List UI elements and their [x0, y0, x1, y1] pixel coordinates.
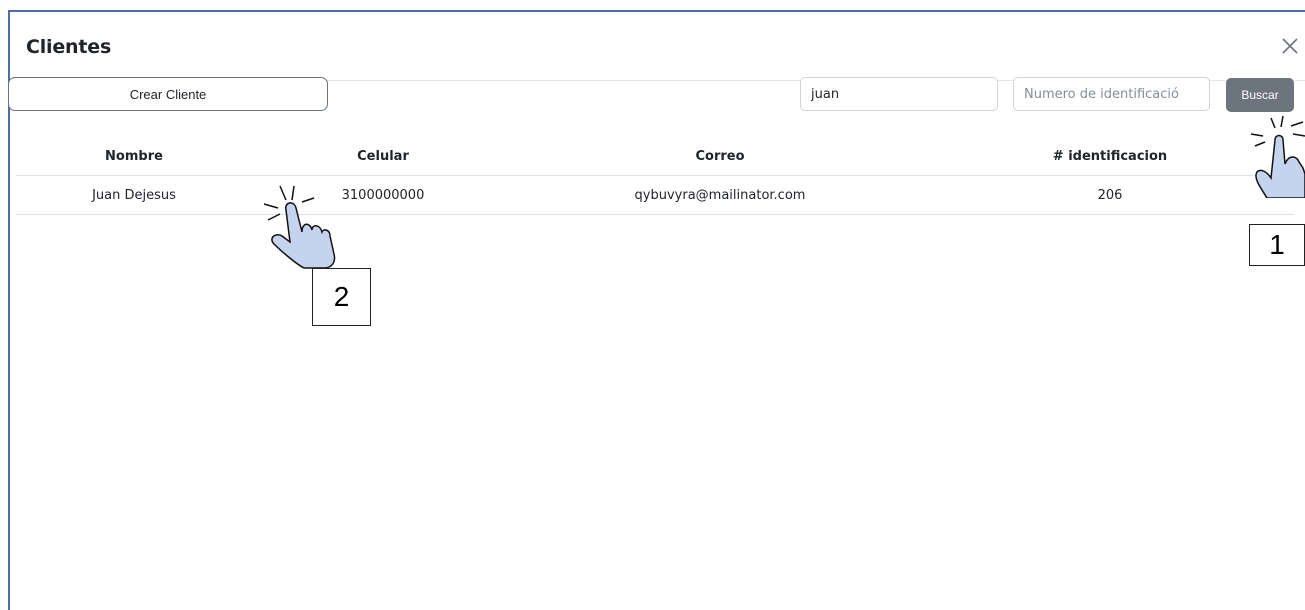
id-search-input[interactable]: [1013, 77, 1210, 111]
header-celular: Celular: [252, 138, 514, 176]
modal-header: Clientes: [10, 12, 1305, 81]
header-identificacion: # identificacion: [926, 138, 1294, 176]
cell-celular[interactable]: 3100000000: [252, 175, 514, 215]
cell-identificacion[interactable]: 206: [926, 175, 1294, 215]
name-search-input[interactable]: [800, 77, 998, 111]
cell-nombre[interactable]: Juan Dejesus: [16, 175, 252, 215]
create-client-button[interactable]: Crear Cliente: [8, 77, 328, 111]
close-button[interactable]: [1278, 34, 1302, 58]
table-header-row: Nombre Celular Correo # identificacion: [16, 138, 1294, 176]
modal-title: Clientes: [26, 36, 112, 58]
clients-table: Nombre Celular Correo # identificacion J…: [16, 138, 1294, 215]
cell-correo[interactable]: qybuvyra@mailinator.com: [514, 175, 926, 215]
step-2-label: 2: [312, 268, 371, 326]
step-1-label: 1: [1249, 224, 1305, 266]
close-icon: [1282, 38, 1298, 54]
header-correo: Correo: [514, 138, 926, 176]
search-button[interactable]: Buscar: [1226, 78, 1294, 112]
header-nombre: Nombre: [16, 138, 252, 176]
table-row[interactable]: Juan Dejesus 3100000000 qybuvyra@mailina…: [16, 175, 1294, 215]
